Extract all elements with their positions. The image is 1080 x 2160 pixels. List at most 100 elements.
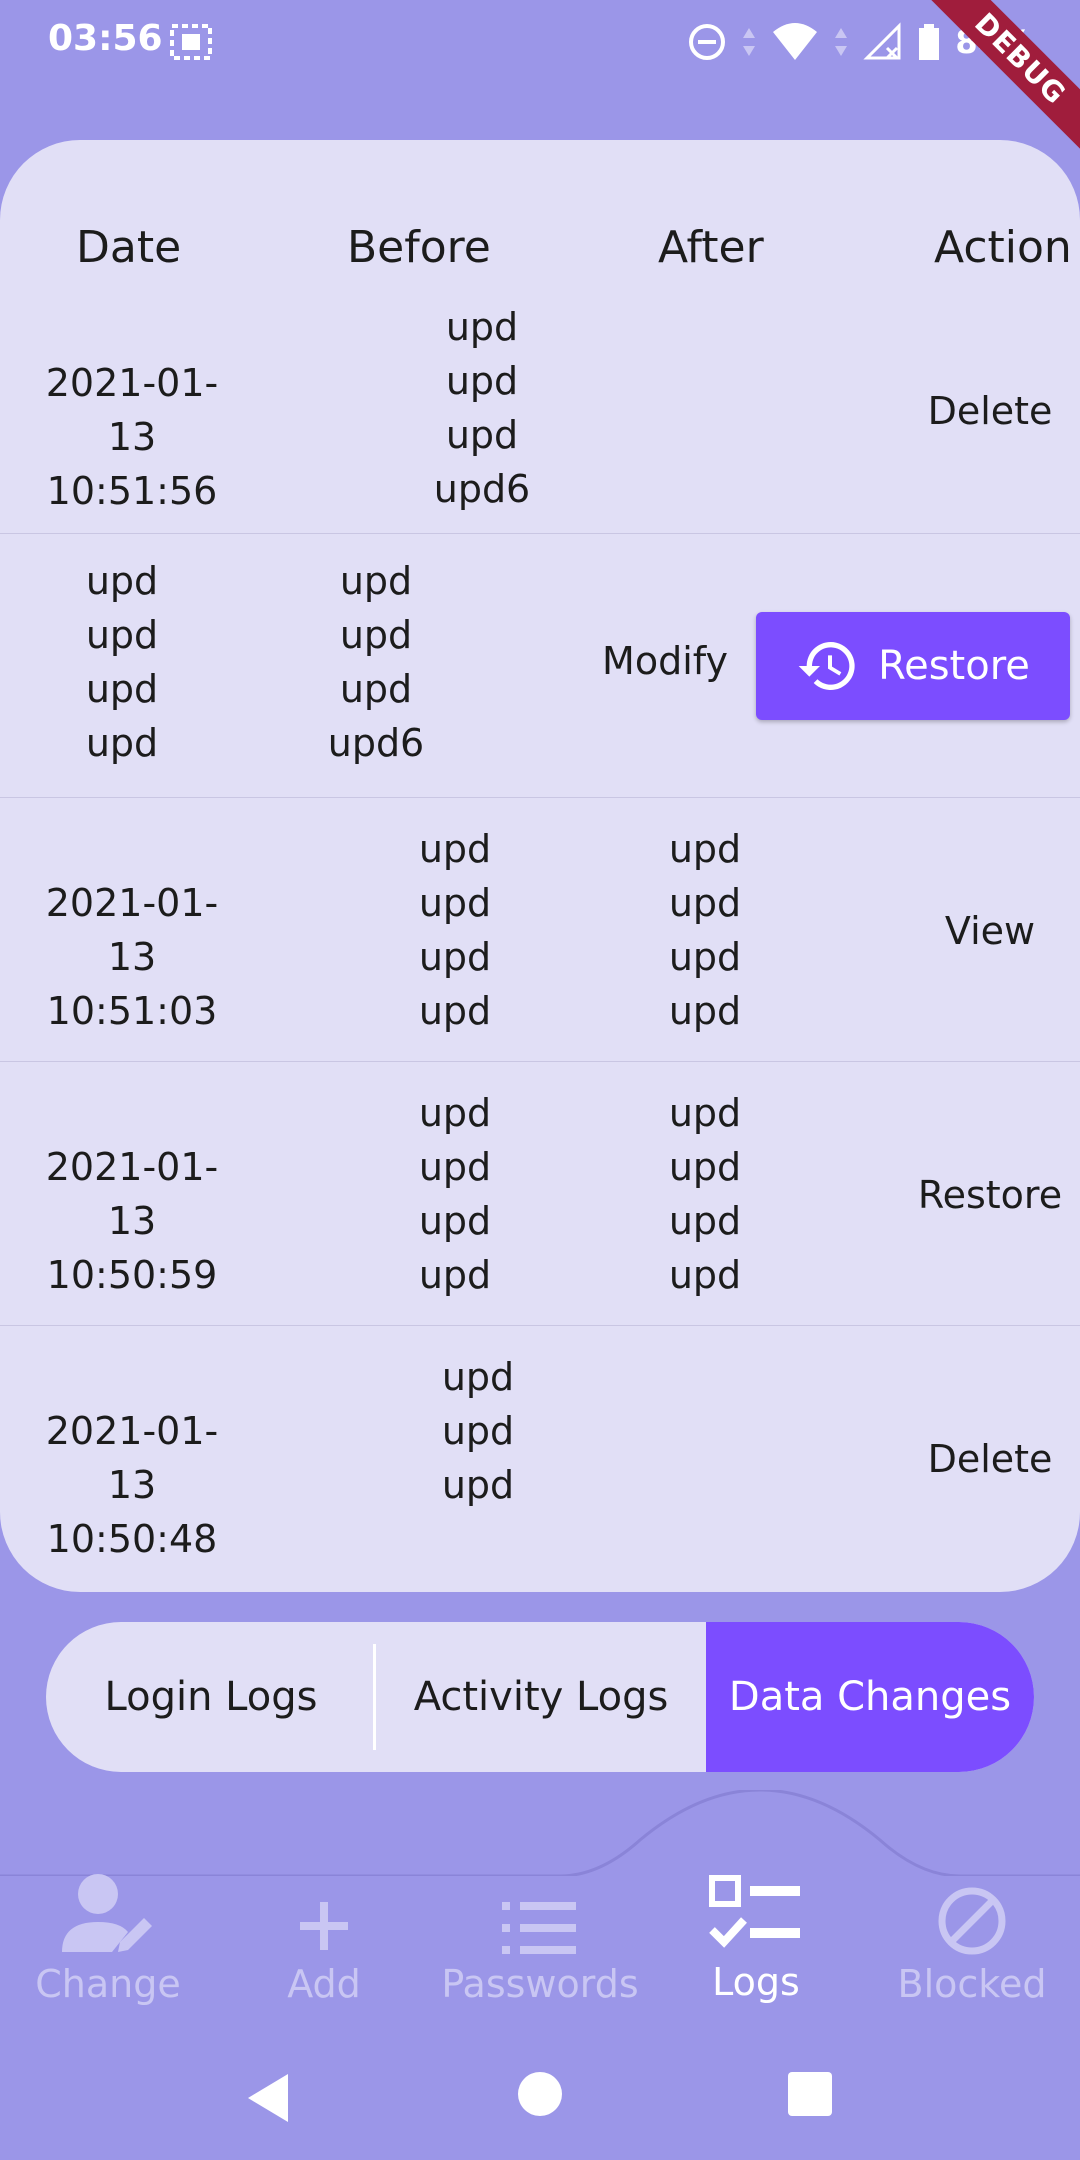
dnd-icon [689, 24, 726, 60]
wifi-icon [773, 23, 818, 60]
plus-icon [300, 1902, 348, 1950]
restore-button[interactable]: Restore [756, 612, 1070, 720]
cell-line: upd [339, 613, 413, 657]
before-line: upd [418, 1145, 492, 1189]
segment-activity-logs[interactable]: Activity Logs [376, 1622, 706, 1772]
row-col-b: upd upd upd upd6 [316, 554, 436, 770]
row-action: Delete [927, 389, 1053, 433]
row-before: upd upd upd upd [395, 822, 515, 1038]
before-line: upd [418, 989, 492, 1033]
row-action: View [944, 909, 1036, 953]
nav-item-logs[interactable]: Logs [648, 1844, 864, 2004]
before-line: upd [418, 881, 492, 925]
cell-line: upd [85, 667, 159, 711]
row-before: upd upd upd [418, 1350, 538, 1512]
nav-item-blocked[interactable]: Blocked [864, 1860, 1080, 2020]
row-action: Restore [917, 1173, 1063, 1217]
row-date: 2021-01-13 10:51:03 [22, 876, 242, 1038]
segment-data-changes[interactable]: Data Changes [706, 1622, 1034, 1772]
nav-label: Change [35, 1962, 181, 2006]
table-row[interactable]: 2021-01-13 10:50:59 upd upd upd upd upd … [0, 1062, 1080, 1326]
cell-line: upd [339, 667, 413, 711]
table-row[interactable]: 2021-01-13 10:50:48 upd upd upd Delete [0, 1326, 1080, 1592]
restore-button-label: Restore [878, 643, 1030, 689]
row-date: 2021-01-13 10:50:48 [22, 1404, 242, 1566]
cell-line: upd6 [327, 721, 425, 765]
notification-icon [170, 24, 212, 60]
row-col-a: upd upd upd upd [62, 554, 182, 770]
back-icon[interactable] [244, 2070, 292, 2126]
status-time: 03:56 [48, 18, 163, 59]
row-after: upd upd upd upd [645, 822, 765, 1038]
nav-label: Blocked [897, 1962, 1047, 2006]
header-date: Date [76, 222, 182, 273]
before-line: upd [418, 935, 492, 979]
row-date-time: 10:50:48 [46, 1517, 218, 1561]
row-before: upd upd upd upd6 [422, 300, 542, 516]
after-line: upd [668, 989, 742, 1033]
nav-item-add[interactable]: Add [216, 1860, 432, 2020]
after-line: upd [668, 881, 742, 925]
nav-label: Logs [712, 1960, 800, 2004]
before-line: upd [441, 1409, 515, 1453]
row-date-time: 10:51:03 [46, 989, 218, 1033]
header-action: Action [934, 222, 1072, 273]
list-icon [502, 1902, 576, 1954]
row-action: Modify [602, 639, 728, 683]
cell-line: upd [339, 559, 413, 603]
after-line: upd [668, 935, 742, 979]
data-arrows-icon [743, 28, 756, 56]
row-date-day: 2021-01-13 [45, 361, 219, 459]
before-line: upd6 [433, 467, 531, 511]
table-row[interactable]: 2021-01-13 10:51:56 upd upd upd upd6 Del… [0, 290, 1080, 534]
data-changes-card: Date Before After Action 2021-01-13 10:5… [0, 140, 1080, 1592]
signal-icon [863, 22, 901, 60]
nav-item-passwords[interactable]: Passwords [432, 1860, 648, 2020]
nav-label: Add [287, 1962, 361, 2006]
table-row[interactable]: 2021-01-13 10:51:03 upd upd upd upd upd … [0, 798, 1080, 1062]
nav-label: Passwords [441, 1962, 639, 2006]
status-bar: 03:56 84% DEBUG [0, 0, 1080, 166]
row-date-day: 2021-01-13 [45, 1145, 219, 1243]
home-icon[interactable] [516, 2070, 564, 2118]
after-line: upd [668, 1145, 742, 1189]
table-header: Date Before After Action [0, 140, 1080, 300]
row-after: upd upd upd upd [645, 1086, 765, 1302]
header-before: Before [347, 222, 491, 273]
log-type-segmented-control: Login Logs Activity Logs Data Changes [46, 1622, 1034, 1772]
row-date: 2021-01-13 10:50:59 [22, 1140, 242, 1302]
before-line: upd [418, 827, 492, 871]
row-date-time: 10:51:56 [46, 469, 218, 513]
block-icon [938, 1887, 1006, 1955]
after-line: upd [668, 1253, 742, 1297]
after-line: upd [668, 827, 742, 871]
cell-line: upd [85, 559, 159, 603]
before-line: upd [418, 1199, 492, 1243]
before-line: upd [445, 413, 519, 457]
cell-line: upd [85, 613, 159, 657]
segment-label: Activity Logs [413, 1674, 669, 1720]
segment-label: Login Logs [104, 1674, 318, 1720]
after-line: upd [668, 1091, 742, 1135]
row-date-day: 2021-01-13 [45, 1409, 219, 1507]
history-icon [798, 642, 855, 690]
segment-label: Data Changes [728, 1674, 1012, 1720]
row-action: Delete [927, 1437, 1053, 1481]
recents-icon[interactable] [786, 2070, 834, 2118]
table-row[interactable]: upd upd upd upd upd upd upd upd6 Modify … [0, 534, 1080, 798]
before-line: upd [441, 1355, 515, 1399]
segment-login-logs[interactable]: Login Logs [46, 1622, 376, 1772]
row-before: upd upd upd upd [395, 1086, 515, 1302]
row-date: 2021-01-13 10:51:56 [22, 356, 242, 518]
system-navigation [0, 2050, 1080, 2160]
before-line: upd [418, 1253, 492, 1297]
row-date-time: 10:50:59 [46, 1253, 218, 1297]
before-line: upd [445, 359, 519, 403]
header-after: After [658, 222, 764, 273]
before-line: upd [445, 305, 519, 349]
row-date-day: 2021-01-13 [45, 881, 219, 979]
nav-item-change[interactable]: Change [0, 1860, 216, 2020]
before-line: upd [441, 1463, 515, 1507]
checklist-icon [709, 1875, 800, 1948]
user-edit-icon [62, 1874, 152, 1952]
